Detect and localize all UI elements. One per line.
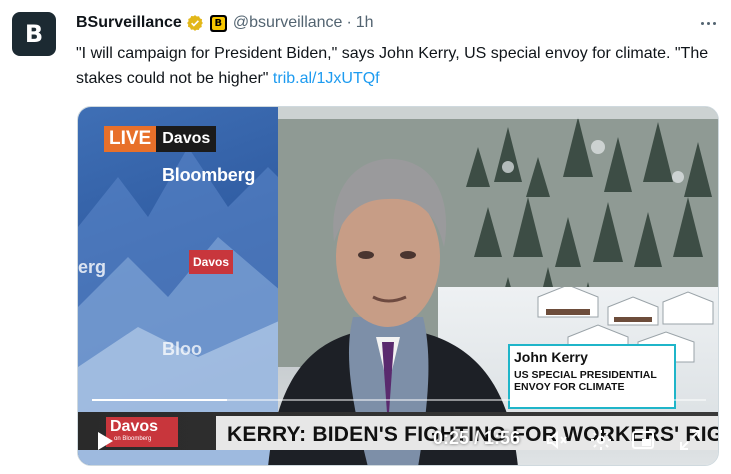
- lower-third-name: John Kerry: [514, 349, 588, 365]
- more-icon[interactable]: [697, 12, 719, 34]
- affiliate-badge[interactable]: B: [209, 14, 227, 32]
- tweet-header: BSurveillance B @bsurveillance · 1h: [76, 13, 374, 33]
- tweet-link[interactable]: trib.al/1JxUTQf: [273, 70, 380, 87]
- volume-icon[interactable]: [545, 428, 569, 452]
- live-location: Davos: [156, 126, 217, 152]
- tweet-time[interactable]: 1h: [356, 14, 374, 32]
- fullscreen-icon[interactable]: [678, 428, 702, 452]
- brand-fragment: erg: [78, 257, 107, 277]
- verified-badge-icon[interactable]: [186, 14, 204, 32]
- affiliate-badge-letter: B: [211, 16, 225, 30]
- author-name[interactable]: BSurveillance: [76, 14, 182, 32]
- brand-wordmark-partial: Bloo: [162, 339, 202, 359]
- brand-wordmark: Bloomberg: [162, 165, 256, 185]
- tweet-body: "I will campaign for President Biden," s…: [76, 45, 709, 87]
- pip-icon[interactable]: [631, 428, 655, 452]
- live-badge: LIVE Davos: [104, 126, 217, 152]
- play-icon[interactable]: [93, 429, 117, 453]
- live-label: LIVE: [104, 126, 157, 152]
- author-handle[interactable]: @bsurveillance: [233, 14, 343, 32]
- video-player[interactable]: LIVE Davos Bloomberg Bloo erg Davos John…: [77, 106, 719, 466]
- progress-bar[interactable]: [92, 399, 706, 401]
- lower-third-title: US SPECIAL PRESIDENTIAL ENVOY FOR CLIMAT…: [514, 369, 657, 393]
- ticker-logo-sub: on Bloomberg: [114, 436, 152, 442]
- tweet-text: "I will campaign for President Biden," s…: [76, 41, 716, 91]
- news-ticker: Davos on Bloomberg KERRY: BIDEN'S FIGHTI…: [78, 412, 718, 450]
- avatar-letter: B: [24, 20, 44, 48]
- settings-icon[interactable]: [589, 428, 613, 452]
- wall-chip: Davos: [189, 250, 234, 274]
- ticker-logo-title: Davos: [110, 418, 159, 435]
- avatar[interactable]: B: [12, 12, 56, 56]
- separator-dot: ·: [346, 14, 352, 31]
- timecode: 0:25 / 1:56: [433, 428, 521, 448]
- progress-fill: [92, 399, 228, 401]
